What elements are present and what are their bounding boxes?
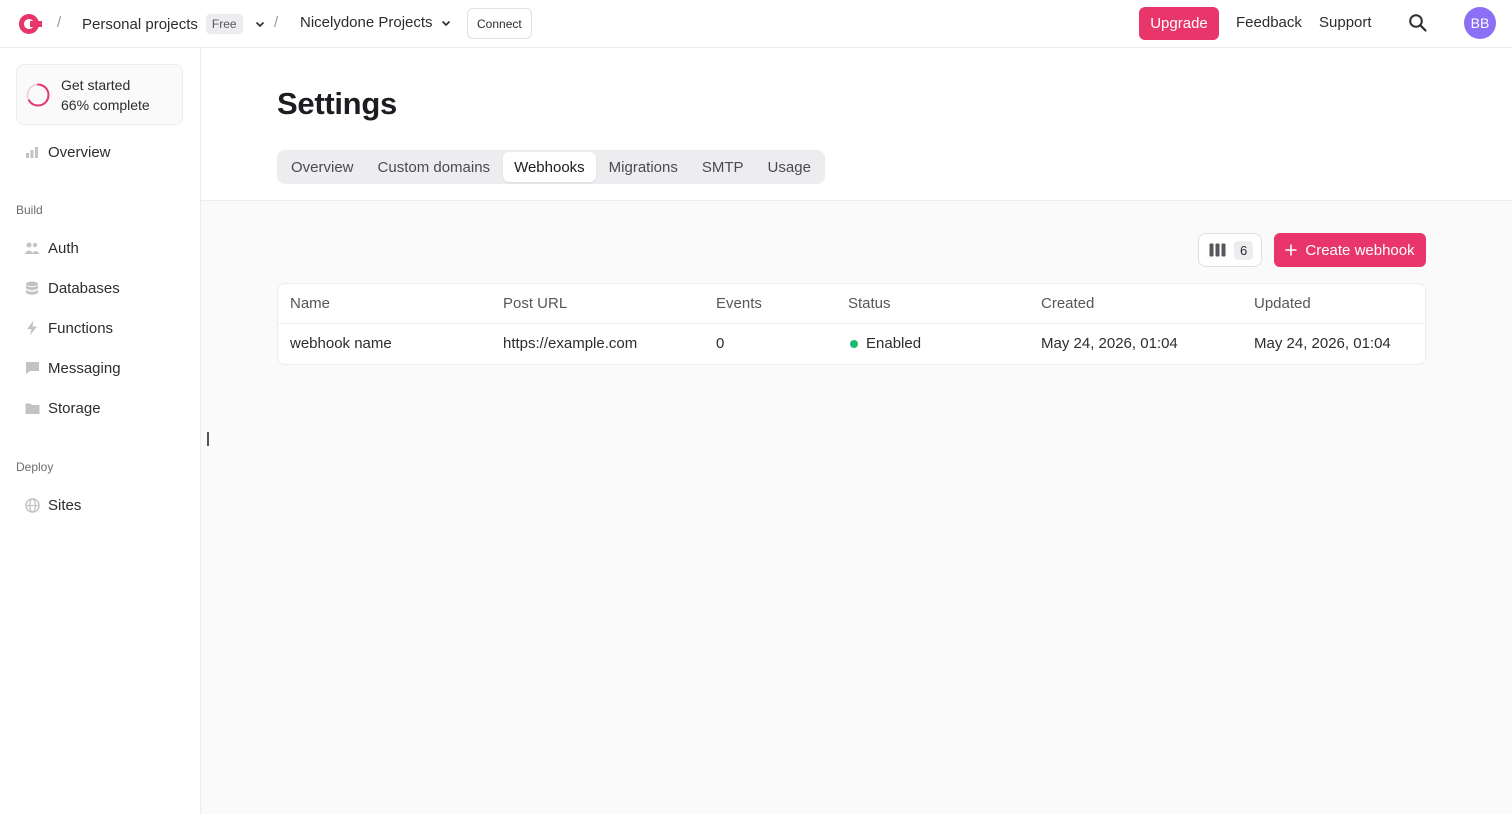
create-webhook-button[interactable]: Create webhook <box>1274 233 1426 267</box>
sidebar-item-label: Auth <box>48 239 79 257</box>
support-link[interactable]: Support <box>1319 14 1372 31</box>
chevron-down-icon <box>441 20 450 26</box>
columns-count: 6 <box>1234 240 1254 260</box>
column-header-name: Name <box>290 295 331 312</box>
get-started-title: Get started <box>61 77 131 93</box>
org-name: Personal projects <box>82 15 198 33</box>
tab-smtp[interactable]: SMTP <box>691 152 755 182</box>
user-avatar[interactable]: BB <box>1464 7 1496 39</box>
globe-icon <box>24 497 40 513</box>
section-label-deploy: Deploy <box>16 460 54 474</box>
plus-icon <box>1285 244 1297 256</box>
top-header: / Personal projects Free / Nicelydone Pr… <box>0 0 1512 48</box>
sidebar-item-storage[interactable]: Storage <box>16 392 185 424</box>
sidebar-item-databases[interactable]: Databases <box>16 272 185 304</box>
lightning-icon <box>24 320 40 336</box>
status-dot-icon <box>850 339 858 348</box>
appwrite-logo-icon[interactable] <box>16 11 42 37</box>
section-label-build: Build <box>16 203 43 217</box>
users-icon <box>24 240 40 256</box>
table-header: Name Post URL Events Status Created Upda… <box>278 284 1425 324</box>
get-started-text: Get started 66% complete <box>61 75 150 115</box>
sidebar-item-label: Storage <box>48 399 101 417</box>
breadcrumb-separator: / <box>274 14 279 31</box>
get-started-card[interactable]: Get started 66% complete <box>16 64 183 125</box>
column-header-events: Events <box>716 295 762 312</box>
webhooks-table: Name Post URL Events Status Created Upda… <box>277 283 1426 365</box>
chevron-down-icon <box>255 21 264 28</box>
search-icon[interactable] <box>1408 13 1428 33</box>
status-badge: Enabled <box>850 335 921 352</box>
sidebar-item-sites[interactable]: Sites <box>16 489 185 521</box>
bar-chart-icon <box>24 144 40 160</box>
sidebar-item-messaging[interactable]: Messaging <box>16 352 185 384</box>
sidebar-item-label: Messaging <box>48 359 121 377</box>
org-switcher[interactable]: Personal projects Free <box>82 14 265 34</box>
sidebar-item-functions[interactable]: Functions <box>16 312 185 344</box>
table-row[interactable]: webhook name https://example.com 0 Enabl… <box>278 324 1425 365</box>
project-switcher[interactable]: Nicelydone Projects <box>300 14 451 31</box>
folder-icon <box>24 400 40 416</box>
chat-bubble-icon <box>24 360 40 376</box>
cell-events: 0 <box>716 335 725 352</box>
breadcrumb-separator: / <box>57 14 62 31</box>
cell-created: May 24, 2026, 01:04 <box>1041 335 1178 352</box>
cell-updated: May 24, 2026, 01:04 <box>1254 335 1391 352</box>
tab-webhooks[interactable]: Webhooks <box>503 152 596 182</box>
project-name: Nicelydone Projects <box>300 14 433 31</box>
columns-icon <box>1209 243 1226 257</box>
cell-name: webhook name <box>290 335 392 352</box>
sidebar-item-label: Sites <box>48 496 82 514</box>
column-header-created: Created <box>1041 295 1095 312</box>
sidebar: Get started 66% complete Overview Build … <box>0 48 201 814</box>
status-text: Enabled <box>866 335 922 352</box>
cell-post-url: https://example.com <box>503 335 638 352</box>
tab-overview[interactable]: Overview <box>280 152 365 182</box>
settings-tabs: Overview Custom domains Webhooks Migrati… <box>277 150 825 184</box>
tab-usage[interactable]: Usage <box>757 152 822 182</box>
plan-badge: Free <box>205 14 243 34</box>
sidebar-item-label: Databases <box>48 279 120 297</box>
columns-toggle-button[interactable]: 6 <box>1198 233 1262 267</box>
sidebar-item-label: Functions <box>48 319 114 337</box>
sidebar-item-auth[interactable]: Auth <box>16 232 185 264</box>
page-title: Settings <box>277 86 397 121</box>
upgrade-button[interactable]: Upgrade <box>1139 7 1219 40</box>
column-header-post-url: Post URL <box>503 295 568 312</box>
tab-migrations[interactable]: Migrations <box>598 152 689 182</box>
connect-button[interactable]: Connect <box>467 8 532 39</box>
progress-ring-icon <box>26 83 50 107</box>
page-header: Settings Overview Custom domains Webhook… <box>201 48 1512 201</box>
column-header-status: Status <box>848 295 891 312</box>
get-started-progress: 66% complete <box>61 97 150 113</box>
sidebar-item-overview[interactable]: Overview <box>16 136 185 168</box>
tab-custom-domains[interactable]: Custom domains <box>367 152 502 182</box>
create-webhook-label: Create webhook <box>1305 241 1415 259</box>
column-header-updated: Updated <box>1254 295 1311 312</box>
sidebar-resize-handle[interactable] <box>207 432 209 446</box>
feedback-link[interactable]: Feedback <box>1236 14 1302 31</box>
sidebar-item-label: Overview <box>48 143 111 161</box>
database-icon <box>24 280 40 296</box>
